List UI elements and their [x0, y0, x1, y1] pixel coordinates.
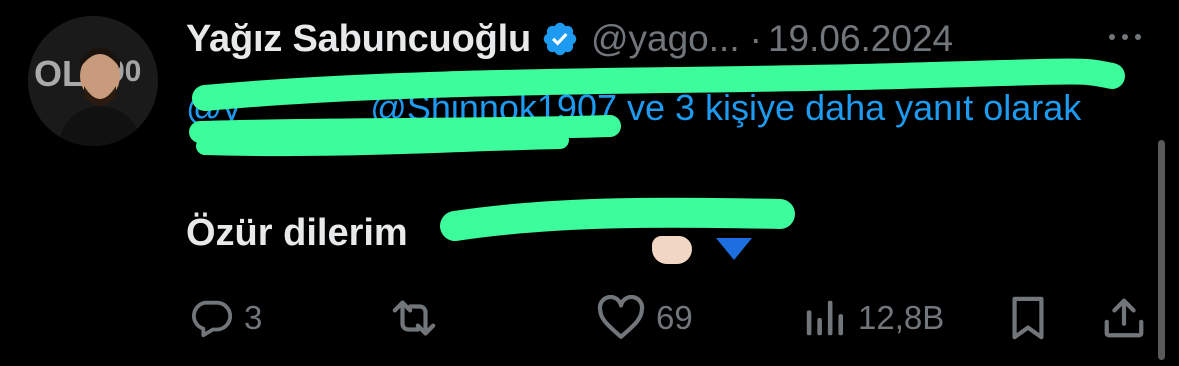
author-name[interactable]: Yağız Sabuncuoğlu	[186, 18, 531, 61]
author-handle[interactable]: @yago...	[591, 18, 740, 60]
like-count: 69	[656, 299, 693, 336]
tweet-date[interactable]: 19.06.2024	[768, 18, 953, 60]
views-button[interactable]: 12,8B	[802, 290, 944, 346]
reply-icon	[188, 295, 234, 341]
reply-button[interactable]: 3	[188, 290, 262, 346]
separator-dot: ·	[749, 18, 762, 59]
analytics-bars-icon	[802, 295, 848, 341]
reply-count: 3	[244, 299, 263, 336]
more-options-icon[interactable]	[1100, 20, 1150, 54]
verified-badge-icon	[541, 20, 579, 58]
reply-context[interactable]: @y @Shinnok1907 ve 3 kişiye daha yanıt o…	[186, 78, 1116, 138]
avatar[interactable]: OLP 90	[28, 16, 158, 146]
retweet-button[interactable]	[388, 290, 440, 346]
tweet-actions: 3 69 12,8B	[0, 290, 1179, 346]
view-count: 12,8B	[858, 299, 945, 336]
tweet-text: Özür dilerim	[186, 212, 408, 254]
bookmark-button[interactable]	[1006, 290, 1050, 346]
scrollbar[interactable]	[1158, 140, 1165, 360]
retweet-icon	[388, 295, 440, 341]
heart-icon	[596, 295, 646, 341]
blue-diamond-emoji-icon	[716, 238, 752, 260]
bookmark-icon	[1006, 295, 1050, 341]
share-icon	[1100, 295, 1148, 341]
like-button[interactable]: 69	[596, 290, 693, 346]
hand-emoji-icon	[652, 236, 692, 264]
share-button[interactable]	[1100, 290, 1148, 346]
tweet-header: Yağız Sabuncuoğlu @yago... · 19.06.2024	[186, 14, 953, 64]
profile-photo-icon: OLP 90	[28, 16, 158, 146]
